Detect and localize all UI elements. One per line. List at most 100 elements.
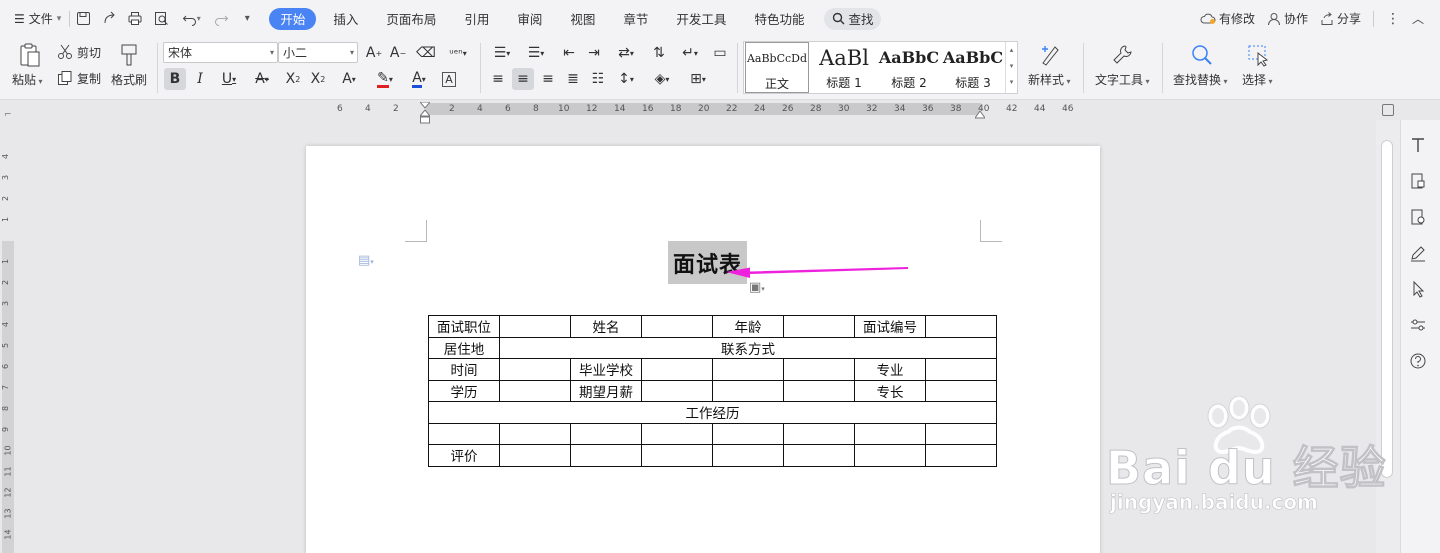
table-cell[interactable] (925, 379, 997, 402)
bold-button[interactable]: B (164, 68, 186, 90)
table-cell[interactable]: 毕业学校 (570, 358, 642, 381)
paragraph-handle-icon[interactable]: ▤▾ (358, 253, 374, 268)
table-cell[interactable]: 面试职位 (428, 315, 500, 338)
table-cell[interactable] (783, 444, 855, 467)
ruler-indent-marker[interactable] (418, 101, 432, 124)
bullet-list-icon[interactable]: ☰ ▾ (488, 42, 516, 64)
underline-button[interactable]: U ▾ (214, 68, 244, 90)
shrink-font-icon[interactable]: A − (387, 42, 409, 64)
print-preview-icon[interactable] (150, 8, 172, 30)
table-cell[interactable] (499, 422, 571, 445)
table-cell[interactable]: 期望月薪 (570, 379, 642, 402)
italic-button[interactable]: I (189, 68, 211, 90)
print-icon[interactable] (124, 8, 146, 30)
increase-indent-icon[interactable]: ⇥ (583, 42, 605, 64)
table-cell[interactable] (570, 422, 642, 445)
table-cell[interactable]: 工作经历 (428, 401, 997, 424)
strikethrough-button[interactable]: A ▾ (248, 68, 276, 90)
interview-form-table[interactable]: 面试职位 姓名 年龄 面试编号 居住地 联系方式 时间 毕业学校 专业 学历 期… (428, 315, 997, 467)
tab-special-features[interactable]: 特色功能 (743, 8, 815, 30)
copy-icon[interactable] (56, 69, 74, 87)
tab-insert[interactable]: 插入 (322, 8, 369, 30)
show-marks-icon[interactable]: ↵ ▾ (676, 42, 704, 64)
table-cell[interactable] (641, 444, 713, 467)
new-style-icon[interactable] (1036, 41, 1064, 69)
table-cell[interactable] (925, 422, 997, 445)
table-cell[interactable] (712, 444, 784, 467)
tab-review[interactable]: 审阅 (506, 8, 553, 30)
table-cell[interactable]: 联系方式 (499, 336, 997, 359)
tab-references[interactable]: 引用 (453, 8, 500, 30)
find-replace-icon[interactable] (1188, 41, 1216, 69)
justify-icon[interactable]: ≣ (562, 68, 584, 90)
tab-page-layout[interactable]: 页面布局 (375, 8, 447, 30)
style-heading-1[interactable]: AaBl 标题 1 (812, 42, 876, 93)
table-cell[interactable] (641, 422, 713, 445)
pen-icon[interactable] (1407, 242, 1429, 264)
select-button[interactable]: 选择 ▾ (1242, 71, 1273, 88)
sliders-icon[interactable] (1407, 314, 1429, 336)
table-cell[interactable] (428, 422, 500, 445)
find-replace-button[interactable]: 查找替换 ▾ (1173, 71, 1228, 88)
align-center-icon[interactable]: ≡ (512, 68, 534, 90)
decrease-indent-icon[interactable]: ⇤ (558, 42, 580, 64)
export-icon[interactable] (98, 8, 120, 30)
grow-font-icon[interactable]: A + (363, 42, 385, 64)
style-normal[interactable]: AaBbCcDd 正文 (745, 42, 809, 93)
align-right-icon[interactable]: ≡ (537, 68, 559, 90)
table-cell[interactable] (854, 422, 926, 445)
help-icon[interactable] (1407, 350, 1429, 372)
file-menu[interactable]: ☰ 文件 ▾ (0, 0, 69, 37)
tab-home[interactable]: 开始 (269, 7, 317, 30)
paste-icon[interactable] (16, 41, 44, 69)
table-cell[interactable]: 面试编号 (854, 315, 926, 338)
table-cell[interactable] (712, 422, 784, 445)
table-cell[interactable] (712, 379, 784, 402)
table-cell[interactable] (783, 379, 855, 402)
paste-button[interactable]: 粘贴 ▾ (12, 71, 43, 88)
distribute-icon[interactable]: ☷ (587, 68, 609, 90)
font-name-select[interactable]: 宋体 ▾ (163, 42, 278, 63)
customize-chevron-icon[interactable]: ▾ (236, 8, 258, 30)
styles-scroll[interactable]: ▴ ▾ ▾ (1005, 42, 1017, 93)
table-cell[interactable] (925, 358, 997, 381)
table-cell[interactable] (783, 358, 855, 381)
phonetic-icon[interactable]: ᵘᵉⁿ ▾ (443, 42, 473, 64)
font-color-button[interactable]: A ▾ (404, 68, 434, 90)
text-tools-button[interactable]: 文字工具 ▾ (1095, 71, 1150, 88)
table-cell[interactable]: 专业 (854, 358, 926, 381)
document-settings-icon[interactable] (1407, 206, 1429, 228)
more-options-icon[interactable]: ⋮ (1386, 11, 1400, 27)
table-cell[interactable]: 时间 (428, 358, 500, 381)
table-cell[interactable]: 姓名 (570, 315, 642, 338)
table-cell[interactable] (783, 422, 855, 445)
share-button[interactable]: 分享 (1320, 10, 1361, 27)
undo-icon[interactable]: ▾ (176, 8, 206, 30)
table-cell[interactable] (570, 444, 642, 467)
superscript-button[interactable]: X2 (282, 68, 304, 90)
modified-status[interactable]: 有修改 (1200, 10, 1255, 27)
table-cell[interactable]: 年龄 (712, 315, 784, 338)
new-style-button[interactable]: 新样式 ▾ (1028, 71, 1071, 88)
table-cell[interactable] (499, 379, 571, 402)
table-cell[interactable] (712, 358, 784, 381)
table-cell[interactable] (641, 315, 713, 338)
subscript-button[interactable]: X2 (307, 68, 329, 90)
table-cell[interactable] (499, 315, 571, 338)
borders-icon[interactable]: ⊞ ▾ (684, 68, 712, 90)
numbered-list-icon[interactable]: ☰ ▾ (522, 42, 550, 64)
text-effect-button[interactable]: A ▾ (335, 68, 363, 90)
table-cell[interactable] (641, 358, 713, 381)
table-cell[interactable] (854, 444, 926, 467)
scroll-top-icon[interactable] (1382, 104, 1394, 116)
tab-section[interactable]: 章节 (612, 8, 659, 30)
document-tools-icon[interactable] (1407, 170, 1429, 192)
style-heading-2[interactable]: AaBbC 标题 2 (877, 42, 941, 93)
table-cell[interactable] (641, 379, 713, 402)
character-border-icon[interactable]: A (438, 68, 460, 90)
table-cell[interactable] (499, 444, 571, 467)
table-cell[interactable] (783, 315, 855, 338)
tab-ruler-icon[interactable]: ▭ (709, 42, 731, 64)
scissors-icon[interactable] (56, 43, 74, 61)
format-painter-button[interactable]: 格式刷 (111, 71, 147, 88)
